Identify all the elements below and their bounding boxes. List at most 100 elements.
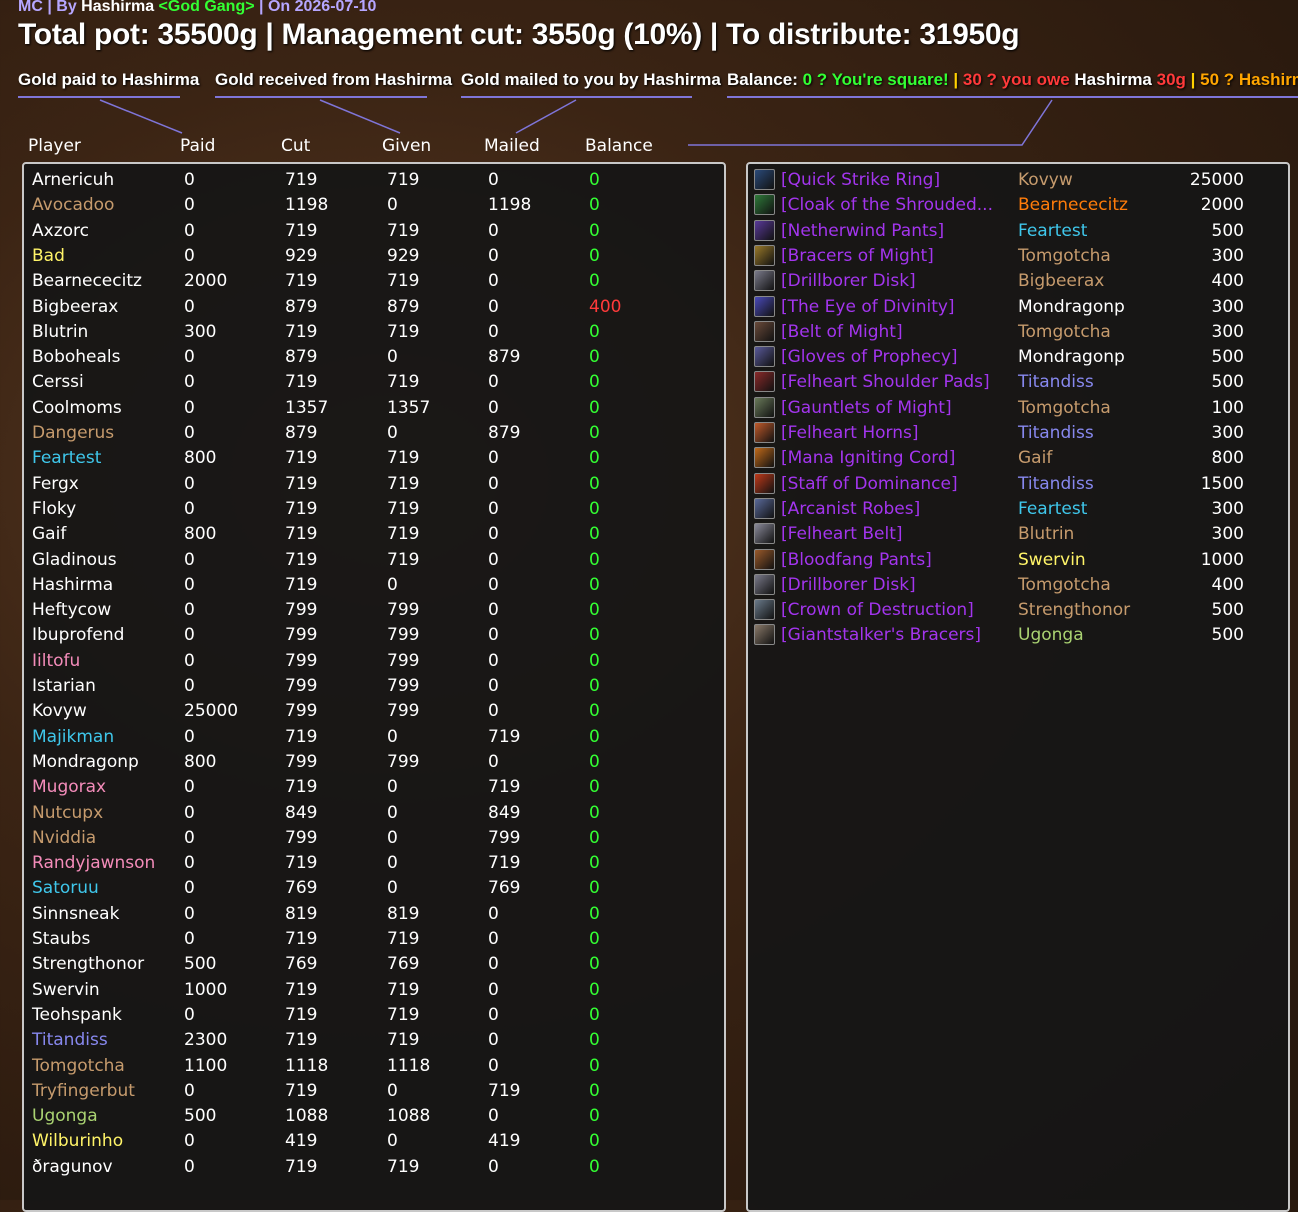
- item-link[interactable]: [Netherwind Pants]: [781, 219, 944, 244]
- loot-row[interactable]: [Arcanist Robes] Feartest 300: [748, 497, 1288, 522]
- player-row[interactable]: Heftycow 0 799 799 0 0: [24, 598, 724, 623]
- player-row[interactable]: Boboheals 0 879 0 879 0: [24, 345, 724, 370]
- item-link[interactable]: [Staff of Dominance]: [781, 472, 958, 497]
- player-row[interactable]: Gaif 800 719 719 0 0: [24, 522, 724, 547]
- given-cell: 719: [387, 498, 420, 519]
- item-link[interactable]: [Felheart Shoulder Pads]: [781, 370, 990, 395]
- player-row[interactable]: Axzorc 0 719 719 0 0: [24, 219, 724, 244]
- item-link[interactable]: [Mana Igniting Cord]: [781, 446, 955, 471]
- cut-cell: 799: [285, 625, 318, 646]
- paid-cell: 0: [184, 574, 195, 595]
- loot-row[interactable]: [Netherwind Pants] Feartest 500: [748, 219, 1288, 244]
- item-link[interactable]: [Quick Strike Ring]: [781, 168, 940, 193]
- item-link[interactable]: [Drillborer Disk]: [781, 269, 916, 294]
- loot-row[interactable]: [Bloodfang Pants] Swervin 1000: [748, 548, 1288, 573]
- loot-row[interactable]: [Cloak of the Shrouded... Bearnececitz 200…: [748, 193, 1288, 218]
- player-row[interactable]: Majikman 0 719 0 719 0: [24, 725, 724, 750]
- player-row[interactable]: ðragunov 0 719 719 0 0: [24, 1155, 724, 1180]
- given-cell: 799: [387, 625, 420, 646]
- player-row[interactable]: Ugonga 500 1088 1088 0 0: [24, 1104, 724, 1129]
- player-row[interactable]: Gladinous 0 719 719 0 0: [24, 548, 724, 573]
- player-row[interactable]: Teohspank 0 719 719 0 0: [24, 1003, 724, 1028]
- player-row[interactable]: Cerssi 0 719 719 0 0: [24, 370, 724, 395]
- loot-row[interactable]: [Felheart Belt] Blutrin 300: [748, 522, 1288, 547]
- item-link[interactable]: [Cloak of the Shrouded...: [781, 193, 993, 218]
- loot-row[interactable]: [Belt of Might] Tomgotcha 300: [748, 320, 1288, 345]
- balance-cell: 0: [589, 271, 600, 292]
- loot-list-panel[interactable]: [Quick Strike Ring] Kovyw 25000 [Cloak of t…: [746, 162, 1290, 1212]
- given-cell: 0: [387, 827, 398, 848]
- player-ledger-panel[interactable]: Arnericuh 0 719 719 0 0 Avocadoo 0 1198 0 1198 0 Axz…: [22, 162, 726, 1212]
- player-row[interactable]: Tryfingerbut 0 719 0 719 0: [24, 1079, 724, 1104]
- loot-row[interactable]: [Felheart Shoulder Pads] Titandiss 500: [748, 370, 1288, 395]
- player-row[interactable]: Bad 0 929 929 0 0: [24, 244, 724, 269]
- player-name: Heftycow: [32, 600, 112, 621]
- loot-row[interactable]: [Drillborer Disk] Tomgotcha 400: [748, 573, 1288, 598]
- player-row[interactable]: Kovyw 25000 799 799 0 0: [24, 699, 724, 724]
- item-link[interactable]: [Belt of Might]: [781, 320, 903, 345]
- item-link[interactable]: [Crown of Destruction]: [781, 598, 974, 623]
- player-row[interactable]: Bigbeerax 0 879 879 0 400: [24, 295, 724, 320]
- item-link[interactable]: [Bracers of Might]: [781, 244, 934, 269]
- player-row[interactable]: Strengthonor 500 769 769 0 0: [24, 952, 724, 977]
- player-row[interactable]: Ibuprofend 0 799 799 0 0: [24, 623, 724, 648]
- loot-row[interactable]: [Staff of Dominance] Titandiss 1500: [748, 472, 1288, 497]
- item-link[interactable]: [Drillborer Disk]: [781, 573, 916, 598]
- balance-cell: 0: [589, 903, 600, 924]
- player-row[interactable]: Mondragonp 800 799 799 0 0: [24, 750, 724, 775]
- loot-row[interactable]: [Giantstalker's Bracers] Ugonga 500: [748, 623, 1288, 648]
- given-cell: 719: [387, 473, 420, 494]
- player-row[interactable]: Mugorax 0 719 0 719 0: [24, 775, 724, 800]
- item-link[interactable]: [Giantstalker's Bracers]: [781, 623, 981, 648]
- item-link[interactable]: [Bloodfang Pants]: [781, 548, 932, 573]
- player-row[interactable]: Coolmoms 0 1357 1357 0 0: [24, 396, 724, 421]
- loot-row[interactable]: [Quick Strike Ring] Kovyw 25000: [748, 168, 1288, 193]
- player-row[interactable]: Feartest 800 719 719 0 0: [24, 446, 724, 471]
- player-row[interactable]: Fergx 0 719 719 0 0: [24, 472, 724, 497]
- loot-row[interactable]: [Crown of Destruction] Strengthonor 500: [748, 598, 1288, 623]
- player-row[interactable]: Sinnsneak 0 819 819 0 0: [24, 902, 724, 927]
- item-link[interactable]: [Arcanist Robes]: [781, 497, 920, 522]
- player-row[interactable]: Hashirma 0 719 0 0 0: [24, 573, 724, 598]
- item-link[interactable]: [Felheart Belt]: [781, 522, 903, 547]
- player-row[interactable]: Nutcupx 0 849 0 849 0: [24, 801, 724, 826]
- player-row[interactable]: Istarian 0 799 799 0 0: [24, 674, 724, 699]
- balance-cell: 0: [589, 448, 600, 469]
- player-row[interactable]: Iiltofu 0 799 799 0 0: [24, 649, 724, 674]
- loot-row[interactable]: [Felheart Horns] Titandiss 300: [748, 421, 1288, 446]
- player-row[interactable]: Arnericuh 0 719 719 0 0: [24, 168, 724, 193]
- balance-cell: 0: [589, 625, 600, 646]
- loot-row[interactable]: [Bracers of Might] Tomgotcha 300: [748, 244, 1288, 269]
- loot-row[interactable]: [Drillborer Disk] Bigbeerax 400: [748, 269, 1288, 294]
- player-row[interactable]: Swervin 1000 719 719 0 0: [24, 978, 724, 1003]
- player-row[interactable]: Wilburinho 0 419 0 419 0: [24, 1129, 724, 1154]
- player-row[interactable]: Titandiss 2300 719 719 0 0: [24, 1028, 724, 1053]
- mailed-cell: 0: [488, 1030, 499, 1051]
- balance-cell: 0: [589, 600, 600, 621]
- cut-cell: 879: [285, 296, 318, 317]
- loot-row[interactable]: [Gloves of Prophecy] Mondragonp 500: [748, 345, 1288, 370]
- balance-cell: 0: [589, 751, 600, 772]
- player-row[interactable]: Nviddia 0 799 0 799 0: [24, 826, 724, 851]
- player-row[interactable]: Dangerus 0 879 0 879 0: [24, 421, 724, 446]
- item-link[interactable]: [Gloves of Prophecy]: [781, 345, 958, 370]
- player-row[interactable]: Randyjawnson 0 719 0 719 0: [24, 851, 724, 876]
- loot-row[interactable]: [Gauntlets of Might] Tomgotcha 100: [748, 396, 1288, 421]
- col-header-paid: Paid: [180, 136, 216, 156]
- item-amount: 100: [1211, 397, 1244, 418]
- mailed-cell: 0: [488, 1106, 499, 1127]
- player-row[interactable]: Bearnececitz 2000 719 719 0 0: [24, 269, 724, 294]
- player-row[interactable]: Blutrin 300 719 719 0 0: [24, 320, 724, 345]
- item-link[interactable]: [The Eye of Divinity]: [781, 295, 955, 320]
- player-row[interactable]: Avocadoo 0 1198 0 1198 0: [24, 193, 724, 218]
- loot-row[interactable]: [Mana Igniting Cord] Gaif 800: [748, 446, 1288, 471]
- player-row[interactable]: Floky 0 719 719 0 0: [24, 497, 724, 522]
- cut-cell: 719: [285, 1030, 318, 1051]
- item-link[interactable]: [Felheart Horns]: [781, 421, 919, 446]
- player-row[interactable]: Staubs 0 719 719 0 0: [24, 927, 724, 952]
- item-link[interactable]: [Gauntlets of Might]: [781, 396, 952, 421]
- loot-row[interactable]: [The Eye of Divinity] Mondragonp 300: [748, 295, 1288, 320]
- player-row[interactable]: Tomgotcha 1100 1118 1118 0 0: [24, 1054, 724, 1079]
- given-cell: 799: [387, 676, 420, 696]
- player-row[interactable]: Satoruu 0 769 0 769 0: [24, 876, 724, 901]
